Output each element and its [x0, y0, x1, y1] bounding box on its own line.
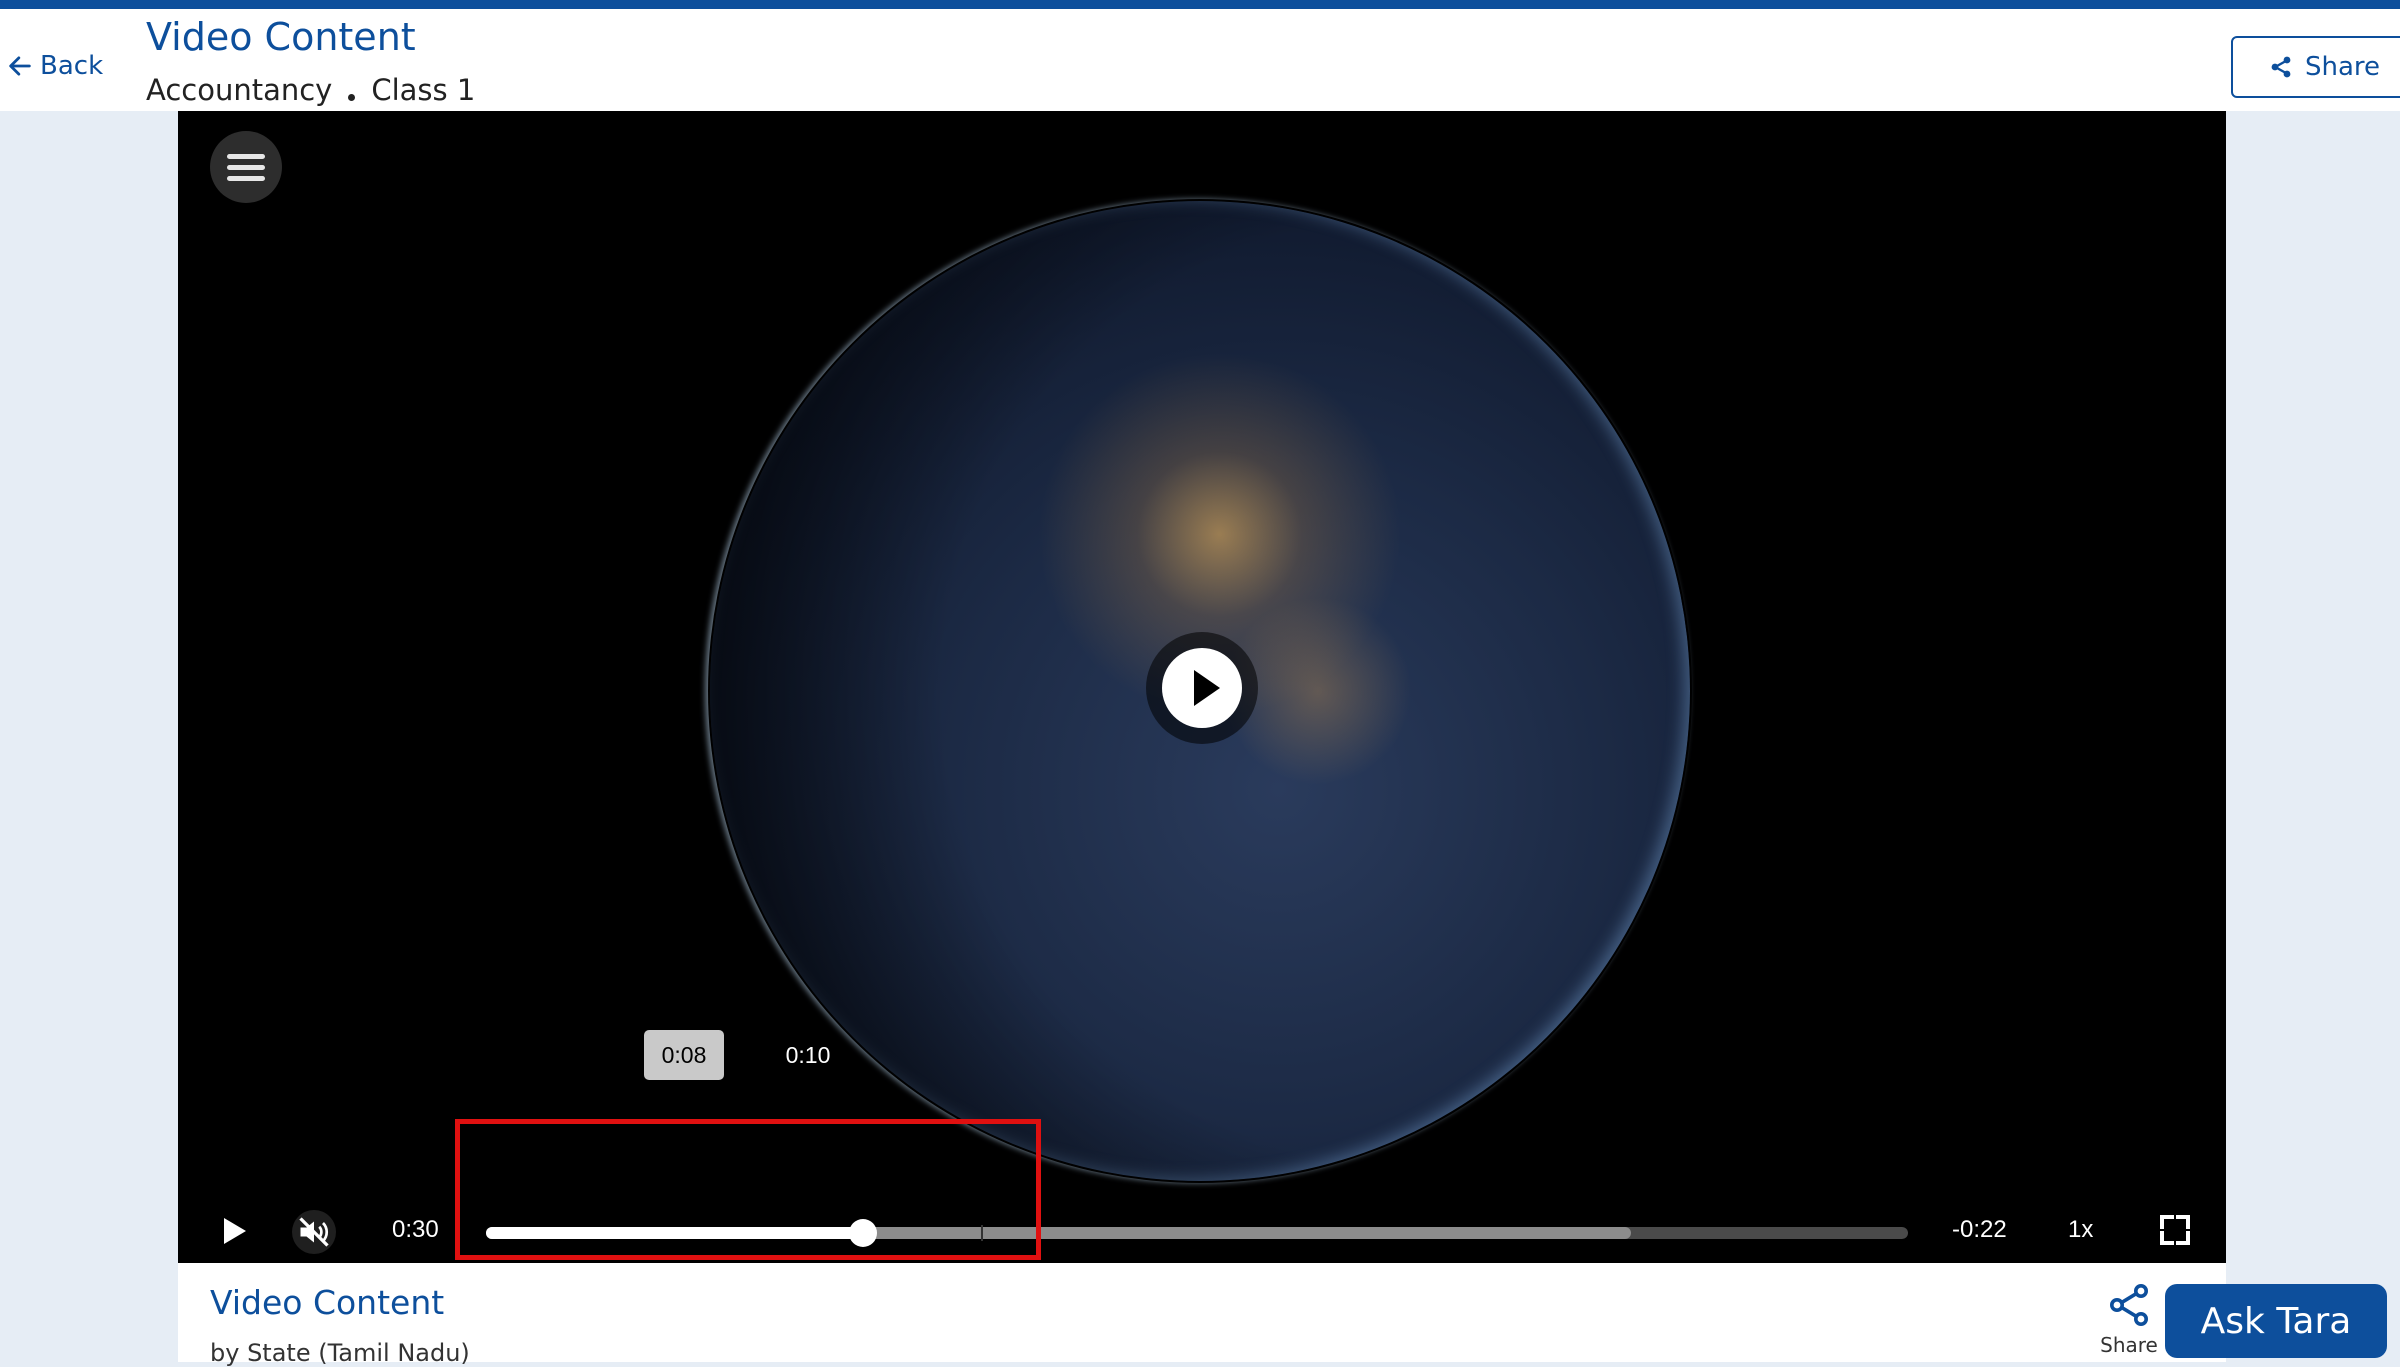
- play-icon: [1162, 648, 1242, 728]
- mute-button[interactable]: [292, 1210, 336, 1254]
- ask-tara-button[interactable]: Ask Tara: [2165, 1284, 2387, 1358]
- current-time: 0:30: [392, 1216, 439, 1243]
- seek-hover-tooltip: 0:10: [785, 1041, 831, 1068]
- breadcrumb-subject: Accountancy: [146, 73, 333, 107]
- video-player[interactable]: 0:30 -0:22 1x: [178, 111, 2226, 1263]
- seek-played: [486, 1227, 863, 1239]
- share-icon: [2271, 56, 2291, 78]
- seek-hover-marker: [980, 1225, 983, 1241]
- seek-thumb[interactable]: [848, 1219, 877, 1247]
- breadcrumb: Accountancy Class 1: [146, 73, 475, 107]
- breadcrumb-separator: [348, 93, 356, 101]
- remaining-time: -0:22: [1952, 1216, 2007, 1243]
- top-accent-bar: [0, 0, 2400, 9]
- mute-icon: [299, 1217, 329, 1247]
- info-share-label: Share: [2100, 1333, 2158, 1357]
- page-header: Back Video Content Accountancy Class 1 S…: [0, 9, 2400, 111]
- info-share-button[interactable]: Share: [2084, 1281, 2174, 1357]
- video-info-panel: Video Content by State (Tamil Nadu) Shar…: [178, 1263, 2226, 1367]
- seek-bar[interactable]: [486, 1219, 1908, 1247]
- play-button[interactable]: [216, 1213, 252, 1249]
- video-author: by State (Tamil Nadu): [210, 1339, 470, 1367]
- playback-speed-button[interactable]: 1x: [2068, 1216, 2093, 1244]
- back-link[interactable]: Back: [6, 51, 103, 81]
- big-play-button[interactable]: [1146, 632, 1258, 744]
- arrow-left-icon: [9, 56, 31, 76]
- page-title: Video Content: [146, 15, 416, 59]
- player-controls: 0:30 -0:22 1x: [178, 1201, 2226, 1261]
- fullscreen-icon[interactable]: [2160, 1215, 2190, 1245]
- share-icon: [2110, 1284, 2148, 1326]
- header-share-button[interactable]: Share: [2231, 36, 2400, 98]
- seek-thumb-tooltip: 0:08: [644, 1030, 724, 1080]
- breadcrumb-class: Class 1: [371, 73, 476, 107]
- back-label: Back: [40, 51, 104, 81]
- video-title: Video Content: [210, 1283, 445, 1322]
- header-share-label: Share: [2305, 52, 2381, 82]
- menu-icon[interactable]: [210, 131, 282, 203]
